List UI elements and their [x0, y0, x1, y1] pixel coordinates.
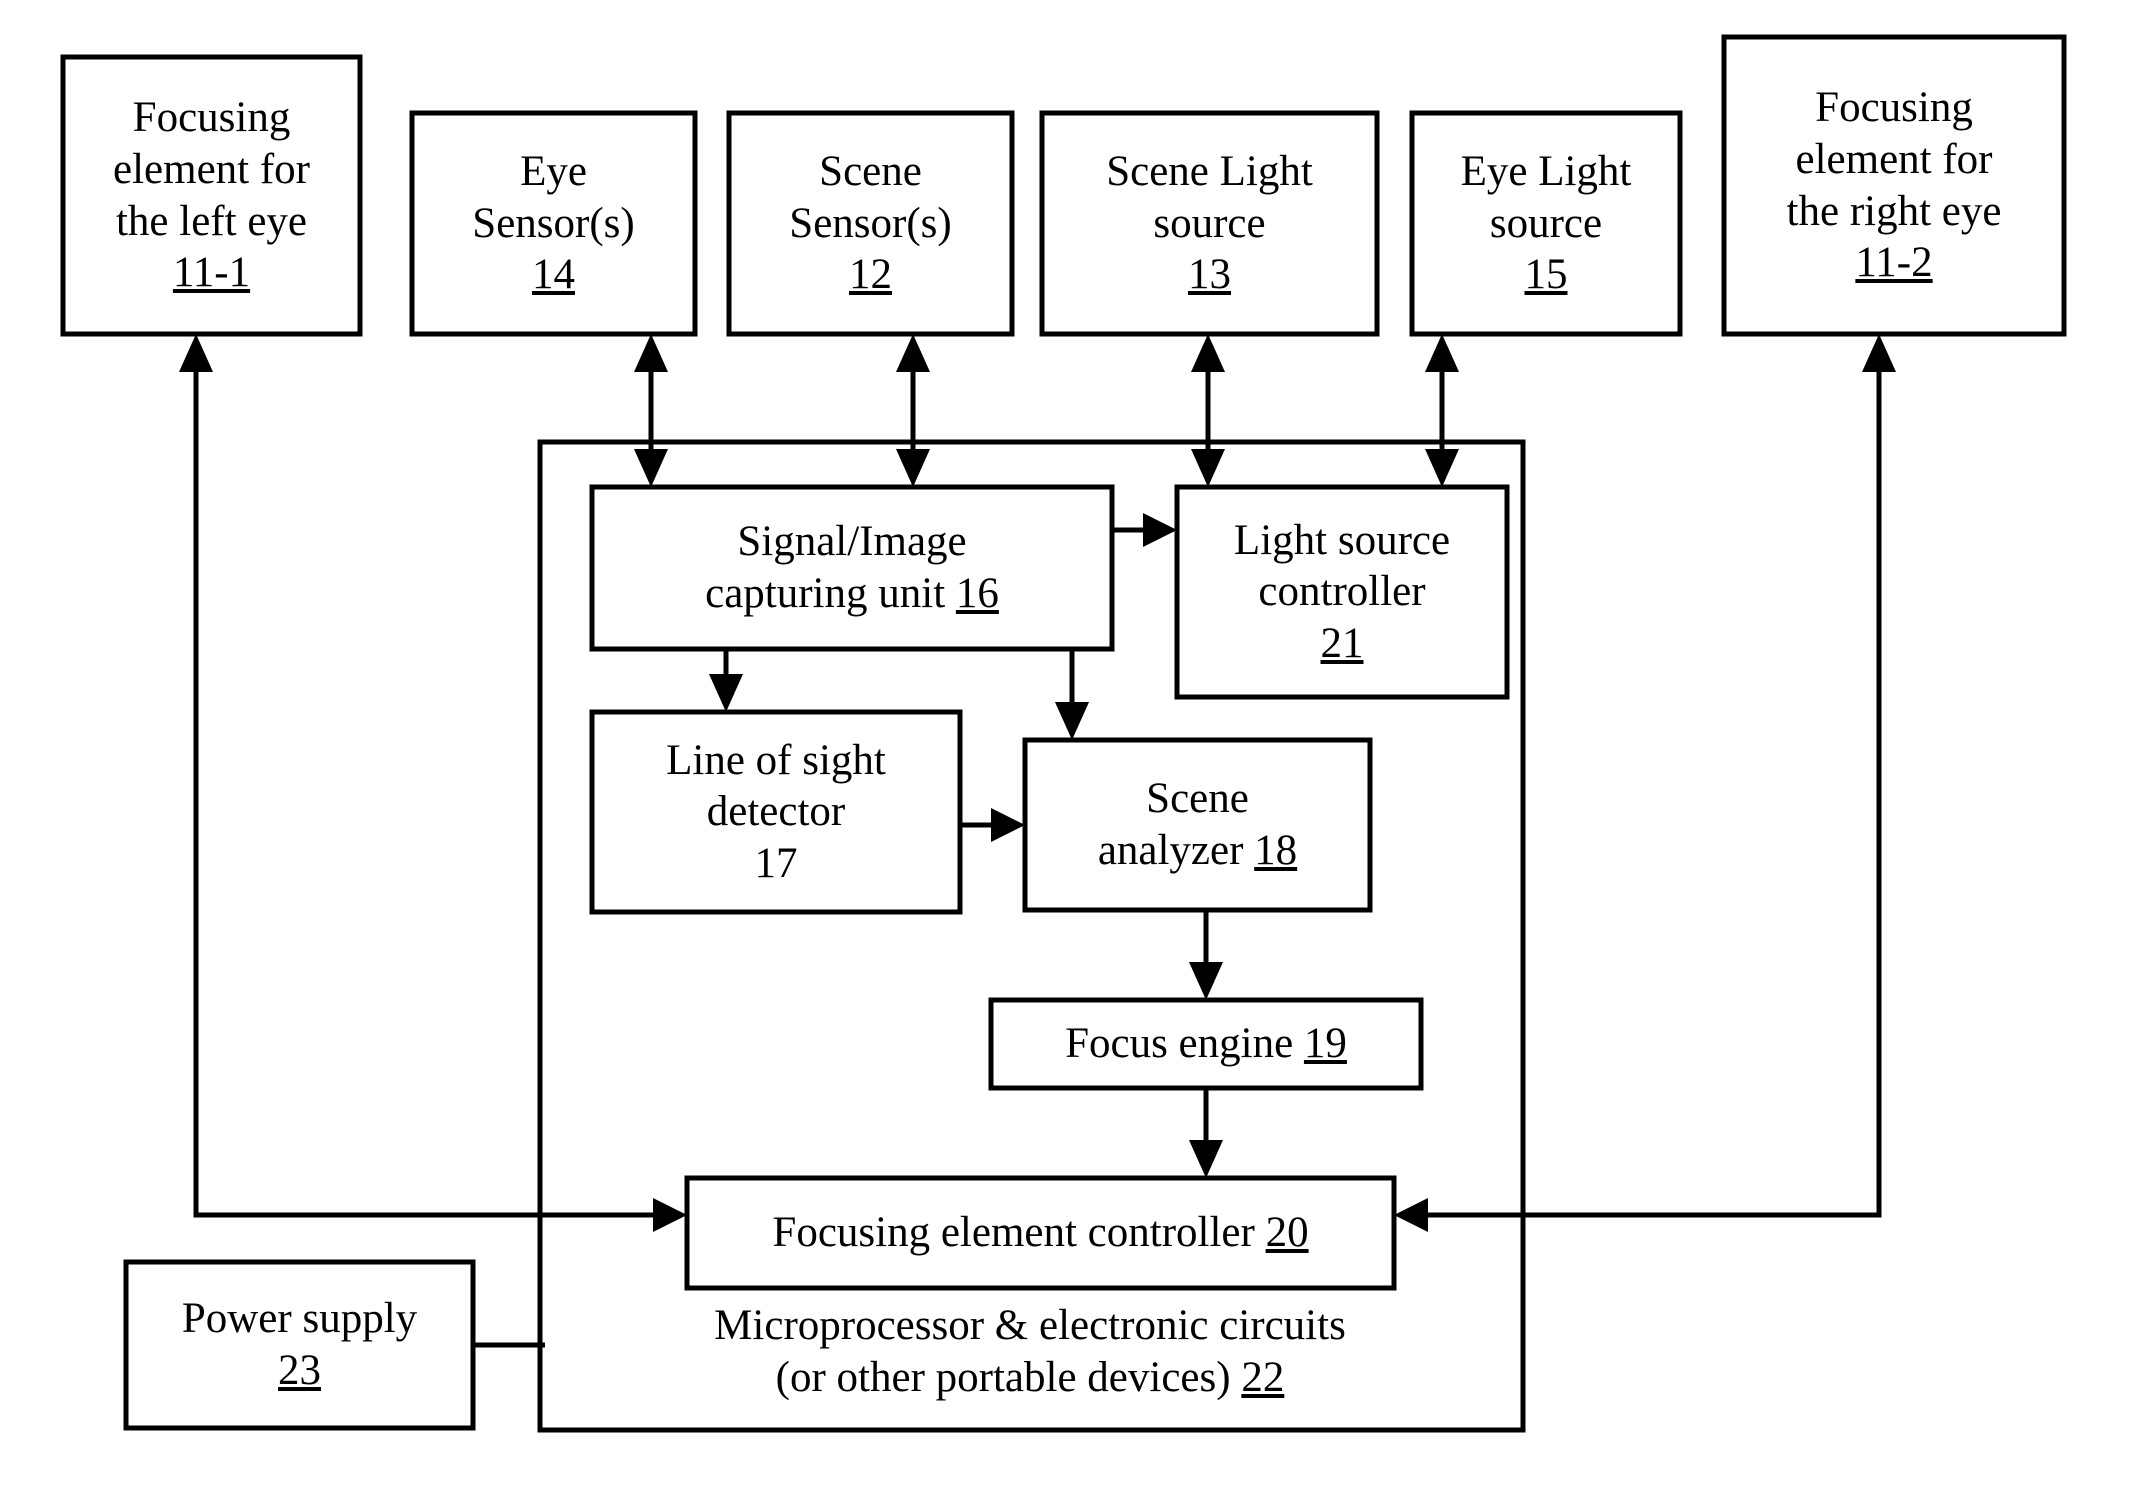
diagram-svg [60, 34, 2067, 1433]
connector-focusing-element-controller-to-right-element [1394, 334, 1896, 1232]
microprocessor-enclosure-line2: (or other portable devices) [775, 1354, 1231, 1402]
connector-eye-light-source-to-light-source-controller [1425, 334, 1459, 487]
eye-light-source-box[interactable] [1409, 110, 1683, 337]
connector-capturing-unit-to-light-source-controller [1112, 513, 1177, 547]
eye-sensors-box[interactable] [409, 110, 698, 337]
microprocessor-enclosure-ref: 22 [1241, 1354, 1285, 1402]
scene-sensors-box[interactable] [726, 110, 1015, 337]
microprocessor-enclosure-line1: Microprocessor & electronic circuits [714, 1302, 1346, 1349]
microprocessor-enclosure-line2-wrap: (or other portable devices) 22 [560, 1352, 1500, 1404]
light-source-controller-box[interactable] [1174, 484, 1510, 700]
connector-line-of-sight-detector-to-scene-analyzer [960, 808, 1025, 842]
connector-eye-sensors-to-capturing-unit [634, 334, 668, 487]
focusing-element-left-box[interactable] [60, 54, 363, 337]
connector-capturing-unit-to-scene-analyzer [1055, 649, 1089, 740]
scene-light-source-box[interactable] [1039, 110, 1380, 337]
figure-canvas: Focusing element for the left eye 11-1 E… [0, 0, 2148, 1494]
connector-scene-sensors-to-capturing-unit [896, 334, 930, 487]
scene-analyzer-box[interactable] [1022, 737, 1373, 913]
connector-capturing-unit-to-line-of-sight-detector [709, 649, 743, 712]
connector-scene-light-source-to-light-source-controller [1191, 334, 1225, 487]
signal-image-capturing-unit-box[interactable] [589, 484, 1115, 652]
power-supply-box[interactable] [123, 1259, 476, 1431]
connector-focus-engine-to-focusing-element-controller [1189, 1088, 1223, 1178]
focus-engine-box[interactable] [988, 997, 1424, 1091]
focusing-element-controller-box[interactable] [684, 1175, 1397, 1291]
connector-scene-analyzer-to-focus-engine [1189, 910, 1223, 1000]
focusing-element-right-box[interactable] [1721, 34, 2067, 337]
line-of-sight-detector-box[interactable] [589, 709, 963, 915]
microprocessor-enclosure-label: Microprocessor & electronic circuits (or… [560, 1300, 1500, 1405]
